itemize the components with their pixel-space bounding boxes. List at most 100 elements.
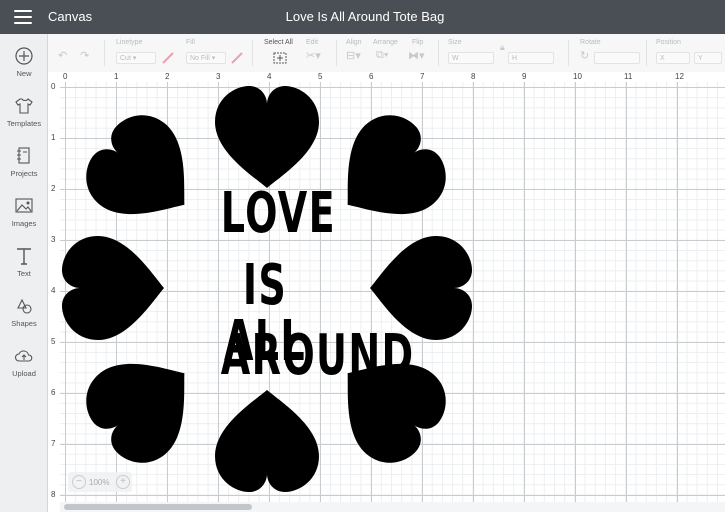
flip-label: Flip	[412, 39, 424, 46]
sidebar-item-templates[interactable]: Templates	[0, 96, 48, 142]
rotate-input[interactable]	[594, 52, 640, 64]
edit-label: Edit	[306, 39, 319, 46]
fill-color-swatch[interactable]	[230, 51, 244, 65]
tshirt-icon	[15, 98, 33, 114]
ruler-tick-label: 8	[471, 72, 476, 81]
app-title: Canvas	[48, 9, 93, 24]
ruler-tick-label: 3	[216, 72, 221, 81]
sidebar-item-label: Templates	[6, 119, 42, 128]
ruler-tick-label: 7	[420, 72, 425, 81]
ruler-tick-label: 3	[51, 235, 56, 244]
select-all-icon[interactable]	[273, 52, 287, 64]
ruler-corner	[48, 72, 60, 82]
toolbar-divider	[646, 40, 647, 66]
position-label: Position	[656, 39, 681, 46]
size-width-input[interactable]: W	[448, 52, 494, 64]
ruler-tick-label: 7	[51, 439, 56, 448]
sidebar-item-text[interactable]: Text	[0, 246, 48, 292]
top-bar: Canvas Love Is All Around Tote Bag	[0, 0, 725, 34]
pos-x-prefix: X	[660, 55, 665, 62]
ruler-tick-label: 0	[63, 72, 68, 81]
edit-toolbar: ↶ ↷ Linetype Cut ▾ Fill No Fill ▾ Select…	[48, 34, 725, 73]
ruler-tick-label: 0	[51, 82, 56, 91]
ruler-tick-label: 4	[267, 72, 272, 81]
project-title: Love Is All Around Tote Bag	[285, 9, 445, 24]
ruler-tick-label: 2	[51, 184, 56, 193]
ruler-tick-label: 4	[51, 286, 56, 295]
toolbar-divider	[568, 40, 569, 66]
notebook-icon	[17, 147, 30, 164]
toolbar-divider	[438, 40, 439, 66]
rotate-icon: ↻	[580, 50, 590, 62]
position-x-input[interactable]: X	[656, 52, 690, 64]
ruler-tick-label: 2	[165, 72, 170, 81]
ruler-tick-label: 6	[51, 388, 56, 397]
align-icon[interactable]: ⊟▾	[346, 49, 361, 62]
fill-select[interactable]: No Fill ▾	[186, 52, 226, 64]
ruler-tick-label: 9	[522, 72, 527, 81]
horizontal-scrollbar[interactable]	[60, 502, 725, 512]
sidebar-item-projects[interactable]: Projects	[0, 146, 48, 192]
heart-shape[interactable]	[215, 390, 319, 492]
ruler-tick-label: 12	[675, 72, 684, 81]
linetype-select[interactable]: Cut ▾	[116, 52, 156, 64]
heart-shape[interactable]	[62, 236, 164, 340]
sidebar-item-shapes[interactable]: Shapes	[0, 296, 48, 342]
arrange-label: Arrange	[373, 39, 398, 46]
toolbar-divider	[104, 40, 105, 66]
ruler-tick-label: 5	[318, 72, 323, 81]
sidebar-item-upload[interactable]: Upload	[0, 346, 48, 392]
flip-icon[interactable]: ⧓▾	[408, 49, 425, 62]
menu-icon[interactable]	[14, 10, 32, 24]
ruler-tick-label: 1	[51, 133, 56, 142]
plus-icon	[15, 47, 33, 65]
sidebar-item-label: Images	[11, 219, 37, 228]
sidebar-item-label: New	[16, 69, 32, 78]
image-icon	[15, 198, 33, 213]
ruler-tick-label: 10	[573, 72, 582, 81]
redo-icon[interactable]: ↷	[80, 49, 89, 62]
heart-shape[interactable]	[72, 101, 217, 246]
zoom-level: 100%	[89, 478, 110, 487]
size-w-prefix: W	[452, 55, 459, 62]
zoom-out-button[interactable]: −	[72, 475, 86, 489]
edit-scissors-icon[interactable]: ✂▾	[306, 49, 321, 62]
ruler-tick-label: 6	[369, 72, 374, 81]
undo-icon[interactable]: ↶	[58, 49, 67, 62]
scrollbar-thumb[interactable]	[64, 504, 252, 510]
heart-shape[interactable]	[72, 332, 217, 477]
zoom-in-button[interactable]: +	[116, 475, 130, 489]
sidebar-item-new[interactable]: New	[0, 46, 48, 92]
sidebar-item-images[interactable]: Images	[0, 196, 48, 242]
linetype-label: Linetype	[116, 39, 143, 46]
ruler-tick-label: 1	[114, 72, 119, 81]
sidebar-item-label: Projects	[10, 169, 38, 178]
toolbar-divider	[336, 40, 337, 66]
heart-shape[interactable]	[215, 86, 319, 188]
design-text-line-3[interactable]: AROUND	[221, 328, 413, 384]
align-label: Align	[346, 39, 362, 46]
toolbar-divider	[252, 40, 253, 66]
ruler-tick-label: 5	[51, 337, 56, 346]
sidebar-item-label: Upload	[12, 369, 36, 378]
size-label: Size	[448, 39, 462, 46]
fill-value: No Fill	[190, 55, 210, 62]
ruler-tick-label: 11	[624, 72, 633, 81]
design-text-line-1[interactable]: LOVE	[221, 186, 335, 242]
rotate-label: Rotate	[580, 39, 601, 46]
sidebar-item-label: Shapes	[11, 319, 37, 328]
select-all-label: Select All	[264, 39, 293, 46]
lock-icon[interactable]: 🔒︎	[500, 42, 505, 53]
heart-shape[interactable]	[315, 101, 460, 246]
text-icon	[17, 248, 31, 265]
linetype-value: Cut	[120, 55, 131, 62]
size-height-input[interactable]: H	[508, 52, 554, 64]
ruler-tick-label: 8	[51, 490, 56, 499]
linetype-color-swatch[interactable]	[161, 51, 175, 65]
cloud-upload-icon	[14, 350, 33, 362]
shapes-icon	[17, 298, 32, 314]
arrange-icon[interactable]: ⧉▾	[376, 49, 388, 62]
size-h-prefix: H	[512, 55, 518, 62]
position-y-input[interactable]: Y	[694, 52, 722, 64]
left-sidebar: New Templates Projects Images Text Shape…	[0, 34, 48, 512]
